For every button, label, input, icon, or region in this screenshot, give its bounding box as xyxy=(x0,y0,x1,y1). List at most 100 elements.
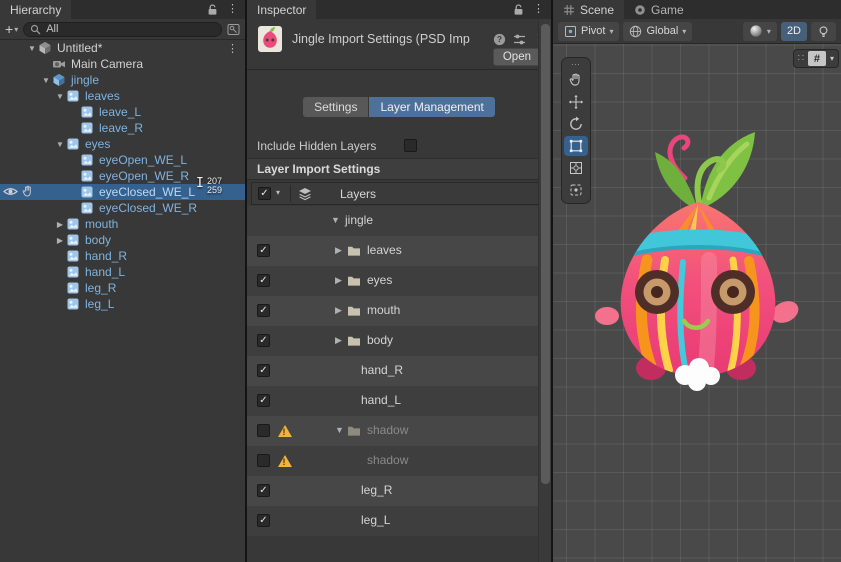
hierarchy-item-eyeOpen_WE_L[interactable]: eyeOpen_WE_L xyxy=(0,152,245,168)
hand-left xyxy=(595,307,619,325)
layer-checkbox[interactable]: ✓ xyxy=(257,304,270,317)
hierarchy-item-leg_L[interactable]: leg_L xyxy=(0,296,245,312)
hierarchy-item-hand_R[interactable]: hand_R xyxy=(0,248,245,264)
move-tool[interactable] xyxy=(564,92,588,112)
layer-checkbox[interactable]: ✓ xyxy=(257,244,270,257)
sprite-icon xyxy=(66,89,81,103)
hierarchy-item-Untitled*[interactable]: ▼Untitled*⋮ xyxy=(0,40,245,56)
layer-checkbox[interactable]: ✓ xyxy=(257,364,270,377)
foldout-open-icon[interactable]: ▼ xyxy=(54,140,66,149)
hierarchy-item-eyes[interactable]: ▼eyes xyxy=(0,136,245,152)
layer-row-hand_L[interactable]: ✓hand_L xyxy=(247,386,551,416)
jingle-character-sprite[interactable] xyxy=(589,118,807,410)
lock-icon[interactable] xyxy=(513,3,524,16)
transform-tool[interactable] xyxy=(564,158,588,178)
include-hidden-layers-checkbox[interactable] xyxy=(404,139,417,152)
layer-row-leg_L[interactable]: ✓leg_L xyxy=(247,506,551,536)
hierarchy-item-hand_L[interactable]: hand_L xyxy=(0,264,245,280)
asset-title: Jingle Import Settings (PSD Imp xyxy=(292,32,486,46)
hierarchy-item-leave_L[interactable]: leave_L xyxy=(0,104,245,120)
scrollbar-thumb[interactable] xyxy=(541,24,550,484)
drag-handle-icon[interactable]: ⋯ xyxy=(571,60,581,68)
help-icon[interactable]: ? xyxy=(493,33,506,46)
hierarchy-item-label: eyeOpen_WE_L xyxy=(99,152,187,168)
layer-row-jingle[interactable]: ▼jingle xyxy=(247,206,551,236)
tab-layer-management[interactable]: Layer Management xyxy=(369,97,494,117)
hierarchy-item-leg_R[interactable]: leg_R xyxy=(0,280,245,296)
rotate-tool[interactable] xyxy=(564,114,588,134)
foldout-closed-icon[interactable]: ▶ xyxy=(335,245,342,256)
kebab-icon[interactable]: ⋮ xyxy=(227,4,238,15)
pivot-dropdown[interactable]: Pivot ▾ xyxy=(558,22,619,41)
2d-toggle[interactable]: 2D xyxy=(781,22,807,41)
layer-row-leaves[interactable]: ✓▶leaves xyxy=(247,236,551,266)
drag-handle-icon[interactable]: ∷ xyxy=(798,54,804,64)
layer-label: shadow xyxy=(367,423,408,437)
layer-checkbox[interactable] xyxy=(257,424,270,437)
lighting-toggle[interactable] xyxy=(811,22,836,41)
foldout-open-icon[interactable]: ▼ xyxy=(331,215,340,225)
lightbulb-icon xyxy=(817,25,830,38)
hierarchy-item-mouth[interactable]: ▶mouth xyxy=(0,216,245,232)
warning-icon xyxy=(277,454,293,468)
scene-viewport[interactable]: ⋯ ∷ # ▾ xyxy=(553,44,841,562)
layer-checkbox[interactable]: ✓ xyxy=(257,274,270,287)
search-filter-icon[interactable] xyxy=(227,23,240,36)
pick-toggle-icon[interactable] xyxy=(22,185,34,200)
foldout-closed-icon[interactable]: ▶ xyxy=(335,275,342,286)
layer-label: leg_R xyxy=(361,483,392,497)
chevron-down-icon[interactable]: ▾ xyxy=(830,54,834,63)
inspector-scrollbar[interactable] xyxy=(538,19,551,562)
tab-hierarchy-label: Hierarchy xyxy=(10,3,61,17)
create-object-button[interactable]: + ▾ xyxy=(5,21,18,37)
layer-row-shadow[interactable]: ▼ shadow xyxy=(247,416,551,446)
open-button[interactable]: Open xyxy=(493,48,541,66)
layer-checkbox[interactable]: ✓ xyxy=(257,514,270,527)
foldout-closed-icon[interactable]: ▶ xyxy=(54,236,66,245)
hierarchy-search-input[interactable]: All xyxy=(23,22,222,37)
tab-hierarchy[interactable]: Hierarchy xyxy=(0,0,71,19)
layer-row-shadow[interactable]: shadow xyxy=(247,446,551,476)
search-value: All xyxy=(46,23,58,35)
layer-checkbox[interactable]: ✓ xyxy=(257,334,270,347)
layer-row-leg_R[interactable]: ✓ leg_R xyxy=(247,476,551,506)
foldout-closed-icon[interactable]: ▶ xyxy=(335,305,342,316)
foldout-open-icon[interactable]: ▼ xyxy=(335,425,344,435)
global-dropdown[interactable]: Global ▾ xyxy=(623,22,692,41)
hierarchy-item-eyeClosed_WE_R[interactable]: eyeClosed_WE_R xyxy=(0,200,245,216)
layer-checkbox[interactable] xyxy=(257,454,270,467)
chevron-down-icon[interactable]: ▾ xyxy=(276,188,280,197)
layer-row-hand_R[interactable]: ✓hand_R xyxy=(247,356,551,386)
tab-scene[interactable]: Scene xyxy=(553,0,624,19)
foldout-closed-icon[interactable]: ▶ xyxy=(54,220,66,229)
editor-tool[interactable] xyxy=(564,180,588,200)
shading-mode-dropdown[interactable]: ▾ xyxy=(743,22,777,41)
layer-checkbox[interactable]: ✓ xyxy=(257,484,270,497)
tab-inspector[interactable]: Inspector xyxy=(247,0,316,19)
hierarchy-item-leaves[interactable]: ▼leaves xyxy=(0,88,245,104)
foldout-open-icon[interactable]: ▼ xyxy=(54,92,66,101)
select-all-checkbox[interactable]: ✓ xyxy=(258,187,271,200)
kebab-icon[interactable]: ⋮ xyxy=(227,42,238,55)
foldout-open-icon[interactable]: ▼ xyxy=(26,44,38,53)
tab-game[interactable]: Game xyxy=(624,0,694,19)
visibility-eye-icon[interactable] xyxy=(3,186,18,200)
layer-row-eyes[interactable]: ✓▶eyes xyxy=(247,266,551,296)
hierarchy-item-Main Camera[interactable]: Main Camera xyxy=(0,56,245,72)
kebab-icon[interactable]: ⋮ xyxy=(533,4,544,15)
grid-toggle-button[interactable]: # xyxy=(808,51,826,66)
lock-icon[interactable] xyxy=(207,3,218,16)
layer-row-mouth[interactable]: ✓▶mouth xyxy=(247,296,551,326)
hierarchy-item-body[interactable]: ▶body xyxy=(0,232,245,248)
layer-row-body[interactable]: ✓▶body xyxy=(247,326,551,356)
foldout-closed-icon[interactable]: ▶ xyxy=(335,335,342,346)
hand-tool[interactable] xyxy=(564,70,588,90)
preset-icon[interactable] xyxy=(513,33,526,46)
rect-tool[interactable] xyxy=(564,136,588,156)
hierarchy-item-leave_R[interactable]: leave_R xyxy=(0,120,245,136)
hierarchy-item-jingle[interactable]: ▼jingle xyxy=(0,72,245,88)
tab-settings[interactable]: Settings xyxy=(303,97,368,117)
foldout-open-icon[interactable]: ▼ xyxy=(40,76,52,85)
folder-icon xyxy=(347,425,361,437)
layer-checkbox[interactable]: ✓ xyxy=(257,394,270,407)
